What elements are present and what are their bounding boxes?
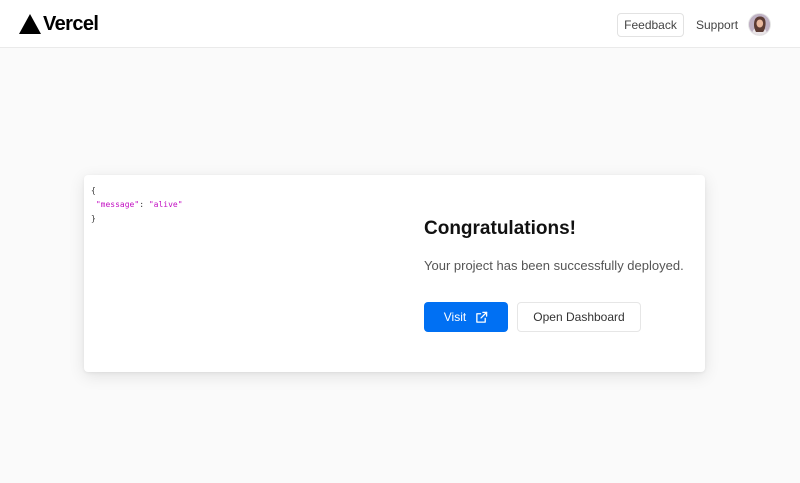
- vercel-triangle-icon: [19, 14, 41, 34]
- user-avatar[interactable]: [749, 14, 770, 35]
- congratulations-title: Congratulations!: [424, 218, 576, 239]
- avatar-icon: [749, 14, 770, 35]
- open-dashboard-button[interactable]: Open Dashboard: [517, 302, 641, 332]
- json-close-brace: }: [91, 214, 96, 223]
- json-open-brace: {: [91, 186, 96, 195]
- top-navigation-bar: Vercel Feedback Support: [0, 0, 800, 48]
- deployment-message: Your project has been successfully deplo…: [424, 258, 684, 273]
- deployment-preview: { "message": "alive" }: [91, 184, 183, 226]
- external-link-icon: [476, 311, 488, 323]
- logo-text: Vercel: [43, 12, 99, 35]
- json-separator: :: [139, 200, 149, 209]
- visit-label: Visit: [443, 310, 467, 324]
- visit-button[interactable]: Visit: [424, 302, 508, 332]
- vercel-logo-link[interactable]: Vercel: [19, 12, 99, 36]
- json-entry: "message": "alive": [91, 198, 183, 212]
- json-value: "alive": [148, 200, 183, 209]
- support-link[interactable]: Support: [696, 17, 738, 33]
- feedback-button[interactable]: Feedback: [617, 13, 684, 37]
- json-key: "message": [95, 200, 140, 209]
- deployment-success-card: { "message": "alive" } Congratulations! …: [84, 175, 705, 372]
